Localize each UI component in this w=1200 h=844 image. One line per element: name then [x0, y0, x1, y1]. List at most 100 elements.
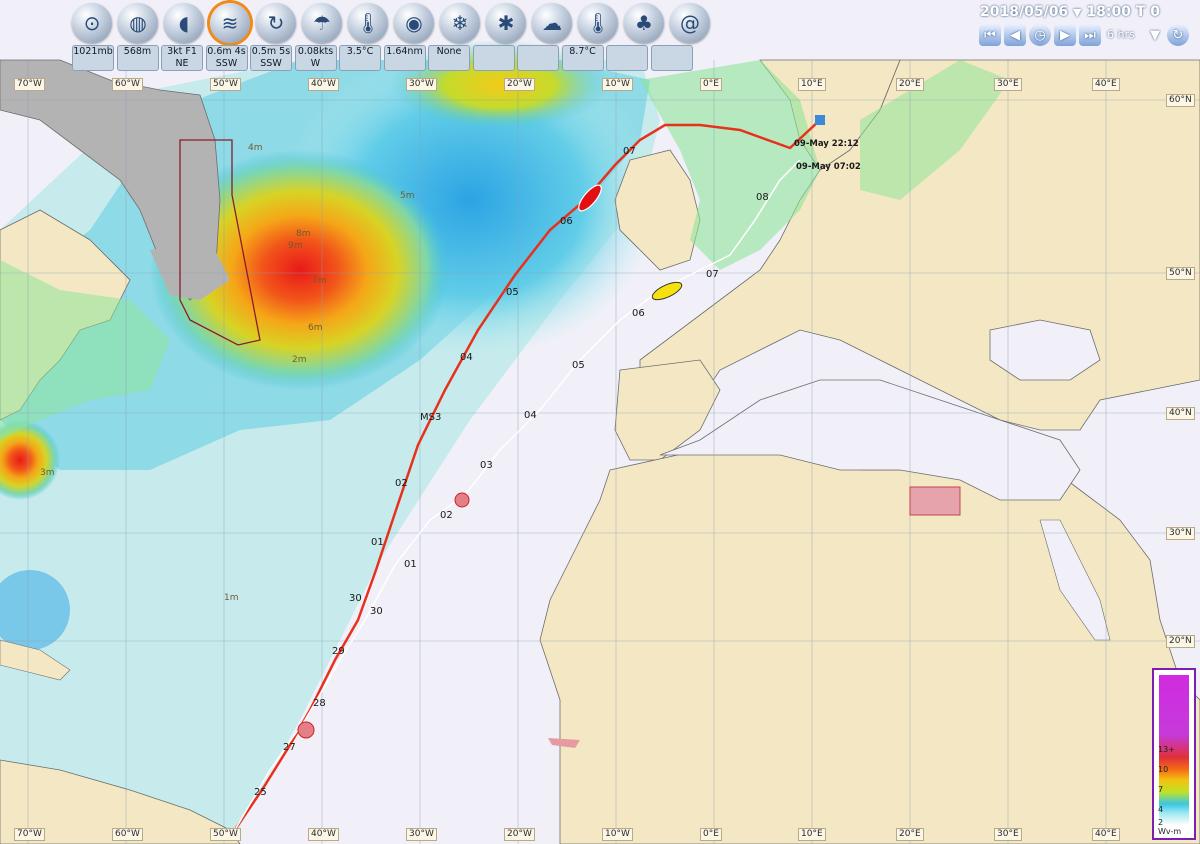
readout-value: 0.5m 5s [251, 46, 291, 57]
contour-label: 4m [248, 143, 263, 153]
legend-tick: 13+ [1158, 745, 1175, 754]
readout-sea-temp: 8.7°C [561, 45, 604, 71]
contour-label: 7m [312, 276, 327, 286]
current-icon[interactable]: ↻ [256, 3, 296, 43]
legend-unit: Wv-m [1158, 827, 1182, 836]
ice-icon[interactable]: ❄ [440, 3, 480, 43]
readout-ice: None [428, 45, 470, 71]
globe-icon[interactable]: ◍ [118, 3, 158, 43]
prev-frame-button[interactable]: ◀ [1004, 24, 1026, 46]
lon-label: 30°E [994, 828, 1022, 841]
lon-label: 10°W [602, 78, 633, 91]
landmass-africa [539, 449, 1200, 844]
readout-pressure: 1021mb [72, 45, 114, 71]
legend-tick: 7 [1158, 785, 1164, 794]
route-label-red: 02 [395, 478, 408, 489]
contour-label: 2m [292, 355, 307, 365]
barometer-icon[interactable]: ⊙ [72, 3, 112, 43]
lat-label: 60°N [1166, 94, 1195, 107]
time-text: 18:00 T 0 [1086, 4, 1160, 20]
sea-temp-icon[interactable]: 🌡 [578, 3, 618, 43]
lat-label: 50°N [1166, 267, 1195, 280]
lon-label: 70°W [14, 828, 45, 841]
lon-label: 50°W [210, 828, 241, 841]
next-frame-button[interactable]: ▶ [1054, 24, 1076, 46]
route-label-red: 29 [332, 646, 345, 657]
route-label-red: 30 [349, 593, 362, 604]
readout-wind: 3kt F1 NE [161, 45, 203, 71]
readout-value: 1021mb [73, 46, 113, 57]
storm-marker-1[interactable] [454, 492, 470, 508]
wind-horn-icon[interactable]: ◖ [164, 3, 204, 43]
readout-value: 3.5°C [346, 46, 374, 57]
lon-label: 0°E [700, 828, 722, 841]
route-label-white: 06 [632, 308, 645, 319]
legend-tick: 10 [1158, 765, 1169, 774]
date-dropdown-icon[interactable]: ▼ [1073, 6, 1081, 19]
lon-label: 0°E [700, 78, 722, 91]
first-frame-button[interactable]: ⏮ [979, 24, 1001, 46]
interval-dropdown-icon[interactable]: ▼ [1144, 24, 1166, 46]
lon-label: 60°W [112, 828, 143, 841]
spiral-icon[interactable]: @ [670, 3, 710, 43]
waypoint-label-1: 09-May 22:12 [794, 139, 859, 149]
wave-height-legend: 13+ 10 7 4 2 Wv-m [1152, 668, 1196, 840]
route-label-red: 07 [623, 146, 636, 157]
trees-icon[interactable]: ♣ [624, 3, 664, 43]
readout-value: 568m [123, 46, 152, 57]
readout-current: 0.08kts W [294, 45, 337, 71]
route-label-red: 27 [283, 742, 296, 753]
readout-value: 0.6m 4s [207, 46, 246, 57]
cloud-icon[interactable]: ☁ [532, 3, 572, 43]
route-label-white: 03 [480, 460, 493, 471]
weather-map[interactable]: 25272829300102MS304050607 30010203040506… [0, 0, 1200, 844]
contour-label: 6m [308, 323, 323, 333]
readout-direction: SSW [215, 58, 238, 69]
route-label-red: 05 [506, 287, 519, 298]
route-label-white: 30 [370, 606, 383, 617]
route-label-white: 05 [572, 360, 585, 371]
last-frame-button[interactable]: ⏭ [1079, 24, 1101, 46]
lon-label: 20°E [896, 78, 924, 91]
legend-tick: 2 [1158, 818, 1164, 827]
lon-label: 30°E [994, 78, 1022, 91]
route-label-red: 01 [371, 537, 384, 548]
readout-visibility: 1.64nm [383, 45, 426, 71]
lon-label: 40°W [308, 78, 339, 91]
lat-label: 30°N [1166, 527, 1195, 540]
lon-label: 70°W [14, 78, 45, 91]
snowflake-icon[interactable]: ✱ [486, 3, 526, 43]
lon-label: 10°W [602, 828, 633, 841]
readout-value: 8.7°C [569, 46, 596, 57]
readout-blank2 [517, 45, 559, 71]
lon-label: 40°E [1092, 828, 1120, 841]
readout-swell: 0.5m 5s SSW [250, 45, 292, 71]
route-label-white: 07 [706, 269, 719, 280]
lon-label: 30°W [406, 78, 437, 91]
black-sea [989, 319, 1101, 381]
lon-label: 20°E [896, 828, 924, 841]
readout-value: None [436, 46, 462, 57]
route-label-red: 28 [313, 698, 326, 709]
route-label-red: 04 [460, 352, 473, 363]
waves-icon[interactable]: ≋ [210, 3, 250, 43]
lon-label: 10°E [798, 78, 826, 91]
cloud-rain-icon[interactable]: ☂ [302, 3, 342, 43]
destination-marker[interactable] [815, 115, 825, 125]
visibility-icon[interactable]: ◉ [394, 3, 434, 43]
route-label-red: 06 [560, 216, 573, 227]
readout-value: 1.64nm [386, 46, 423, 57]
readout-direction: W [310, 58, 321, 69]
thermometer-icon[interactable]: 🌡 [348, 3, 388, 43]
legend-tick: 4 [1158, 805, 1164, 814]
storm-marker-2[interactable] [297, 721, 315, 739]
route-label-white: 01 [404, 559, 417, 570]
contour-label: 8m [296, 229, 311, 239]
readout-air-temp: 3.5°C [339, 45, 381, 71]
lon-label: 10°E [798, 828, 826, 841]
readout-direction: SSW [260, 58, 282, 69]
clock-button[interactable]: ◷ [1029, 24, 1051, 46]
date-text: 2018/05/06 [980, 4, 1069, 20]
refresh-icon[interactable]: ↻ [1167, 24, 1189, 46]
lat-label: 20°N [1166, 635, 1195, 648]
